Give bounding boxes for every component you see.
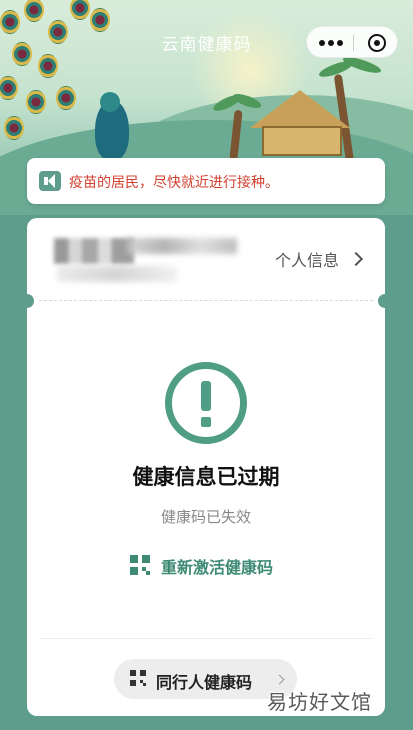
hut-illustration — [262, 126, 342, 156]
card-notch — [20, 294, 34, 308]
personal-info-link[interactable]: 个人信息 — [274, 247, 364, 271]
status-title: 健康信息已过期 — [132, 465, 280, 489]
divider — [39, 300, 373, 301]
exclamation-icon — [165, 362, 247, 444]
qr-code-icon — [130, 670, 146, 686]
companion-label: 同行人健康码 — [156, 673, 253, 692]
reactivate-label: 重新激活健康码 — [161, 558, 274, 577]
user-info-row[interactable]: 个人信息 — [27, 218, 385, 301]
capsule-divider — [353, 35, 354, 51]
more-icon[interactable] — [319, 39, 343, 47]
status-subtitle: 健康码已失效 — [160, 508, 251, 526]
speaker-icon — [39, 171, 61, 191]
card-notch — [378, 294, 392, 308]
peacock-head-illustration — [100, 92, 120, 112]
blurred-user-name — [54, 238, 134, 264]
notice-bar[interactable]: 疫苗的居民，尽快就近进行接种。 — [27, 158, 385, 204]
qr-code-icon — [130, 555, 150, 575]
personal-info-label: 个人信息 — [274, 251, 339, 270]
title-bar: 云南健康码 — [0, 0, 413, 84]
notice-text: 疫苗的居民，尽快就近进行接种。 — [69, 175, 279, 191]
blurred-user-id — [127, 238, 237, 254]
chevron-right-icon — [348, 251, 364, 267]
divider — [39, 638, 373, 639]
hut-roof-illustration — [250, 90, 350, 128]
health-code-card: 个人信息 健康信息已过期 健康码已失效 重新激活健康码 同行人健康码 — [20, 218, 392, 716]
watermark: 易坊好文馆 — [267, 690, 372, 714]
chevron-right-icon — [274, 674, 285, 685]
blurred-user-detail — [57, 266, 177, 282]
close-icon[interactable] — [368, 34, 386, 52]
mini-program-capsule — [306, 26, 398, 58]
